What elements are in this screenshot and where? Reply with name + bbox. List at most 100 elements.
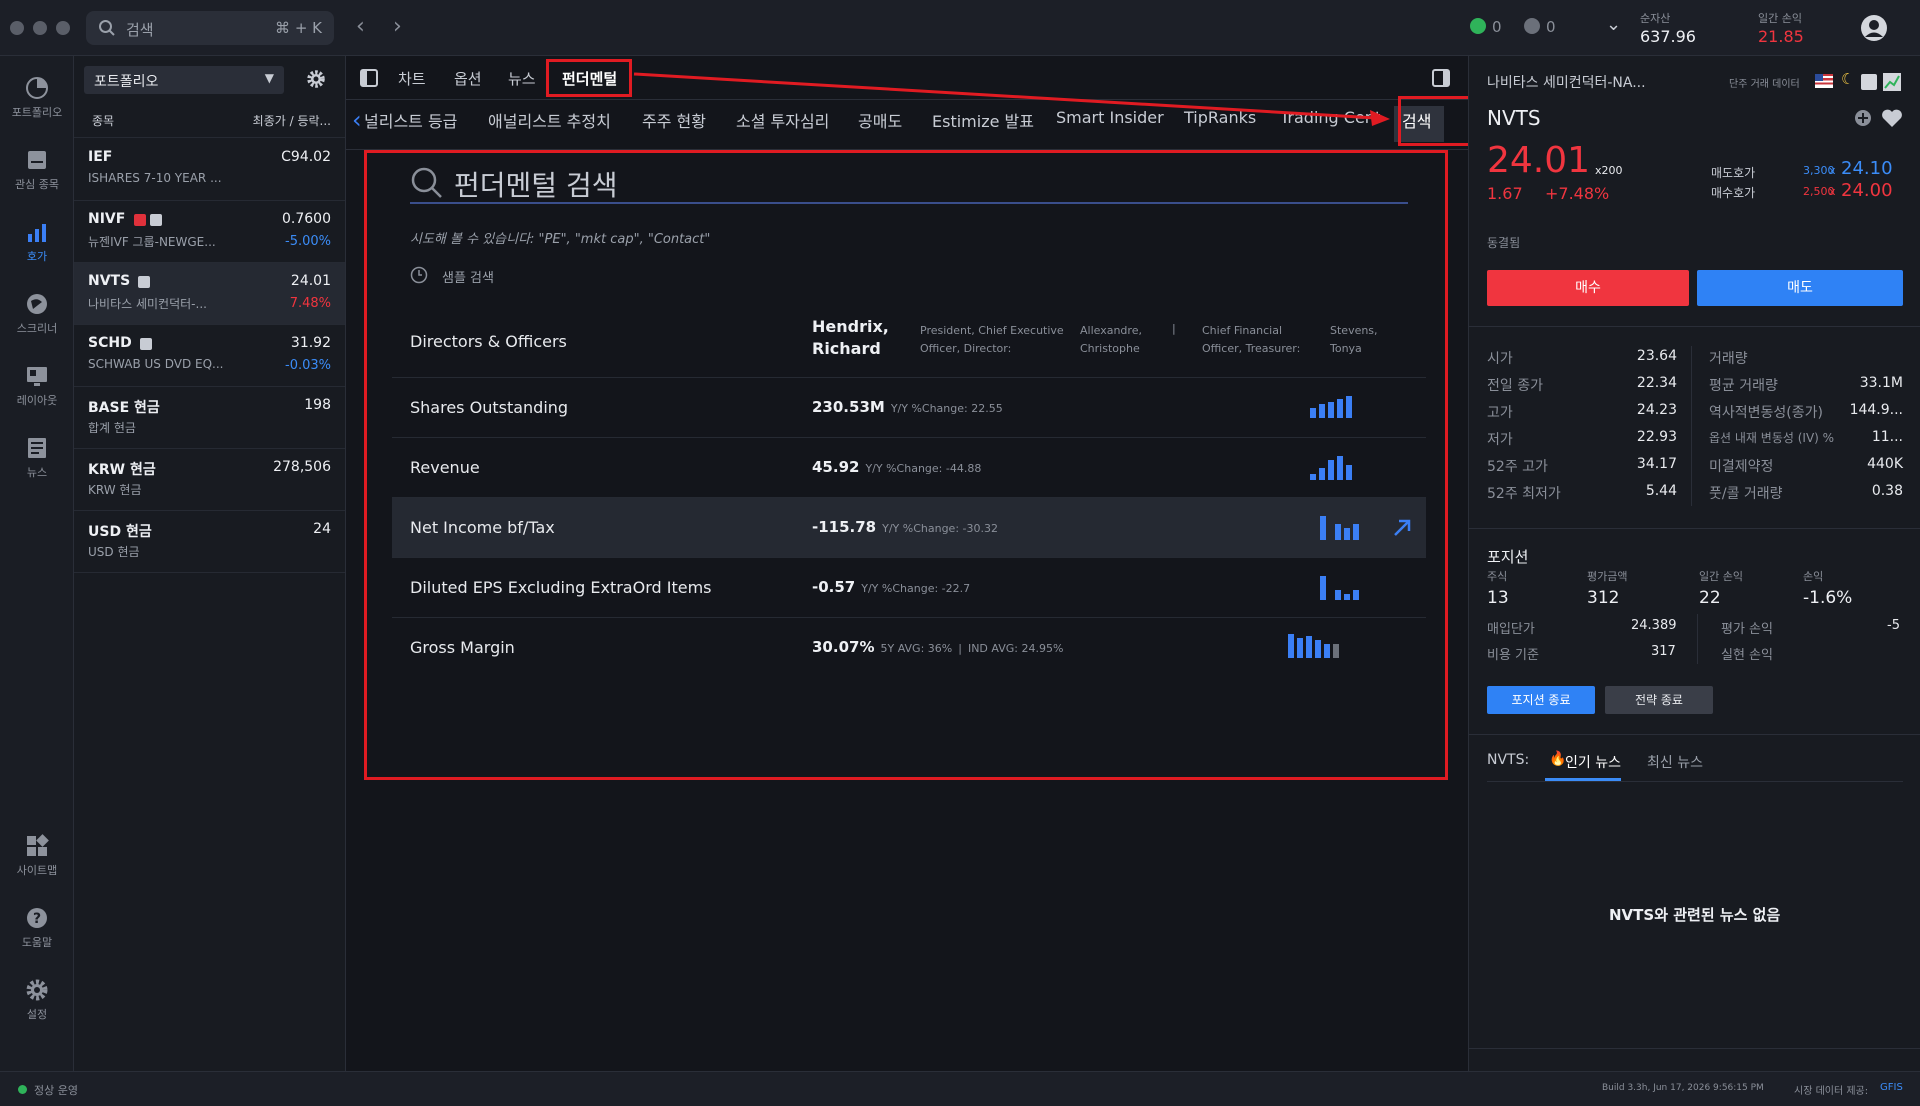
result-value: 45.92 bbox=[812, 458, 860, 476]
col-price-header[interactable]: 최종가 / 등락... bbox=[253, 112, 331, 129]
row-ticker: KRW 현금 bbox=[88, 462, 156, 478]
global-search[interactable]: 검색 ⌘ + K bbox=[86, 11, 334, 45]
ask-label: 매도호가 bbox=[1711, 166, 1756, 180]
tab-hot-news[interactable]: 인기 뉴스 bbox=[1565, 752, 1621, 772]
sample-search-label[interactable]: 샘플 검색 bbox=[442, 267, 494, 286]
row-price: 24 bbox=[313, 521, 331, 537]
row-price: C94.02 bbox=[281, 149, 331, 165]
position-shares: 13 bbox=[1487, 588, 1509, 608]
rail-portfolio[interactable]: 포트폴리오 bbox=[0, 76, 74, 120]
row-name: 뉴젠IVF 그룹-NEWGE... bbox=[88, 235, 216, 249]
row-change: -5.00% bbox=[285, 234, 331, 249]
build-info: Build 3.3h, Jun 17, 2026 9:56:15 PM bbox=[1602, 1083, 1764, 1093]
portfolio-row[interactable]: SCHD SCHWAB US DVD EQ... 31.92 -0.03% bbox=[74, 325, 345, 387]
result-value-wrap: 30.07% 5Y AVG: 36% | IND AVG: 24.95% bbox=[812, 638, 1063, 656]
moon-icon: ☾ bbox=[1841, 70, 1855, 88]
rail-label: 뉴스 bbox=[26, 466, 48, 479]
unrealized-pl-value: -5 bbox=[1887, 618, 1900, 633]
portfolio-row-selected[interactable]: NVTS 나비타스 세미컨덕터-... 24.01 7.48% bbox=[74, 263, 345, 325]
row-name: USD 현금 bbox=[88, 545, 140, 559]
clock-icon bbox=[410, 266, 428, 284]
rail-quote[interactable]: 호가 bbox=[0, 220, 74, 264]
result-value: 230.53M bbox=[812, 398, 885, 416]
rail-news[interactable]: 뉴스 bbox=[0, 436, 74, 480]
rail-label: 도움말 bbox=[21, 936, 53, 949]
stat-key: 고가 bbox=[1487, 405, 1513, 421]
stat-key: 시가 bbox=[1487, 351, 1513, 367]
result-row-gross-margin[interactable]: Gross Margin 30.07% 5Y AVG: 36% | IND AVG: … bbox=[392, 618, 1426, 678]
rail-screener[interactable]: 스크리너 bbox=[0, 292, 74, 336]
window-minimize-dot[interactable] bbox=[33, 21, 47, 35]
market-data-provider[interactable]: GFIS bbox=[1880, 1082, 1903, 1093]
rail-label: 레이아웃 bbox=[16, 394, 58, 407]
portfolio-row[interactable]: IEF ISHARES 7-10 YEAR ... C94.02 bbox=[74, 139, 345, 201]
row-ticker: SCHD bbox=[88, 335, 132, 351]
officer-separator: | bbox=[1172, 322, 1176, 335]
status-gray-count: 0 bbox=[1546, 18, 1556, 36]
officer-role: Chief Financial Officer, Treasurer: bbox=[1202, 324, 1301, 355]
result-value: -115.78 bbox=[812, 518, 877, 536]
rail-settings[interactable]: 설정 bbox=[0, 978, 74, 1022]
rail-label: 호가 bbox=[26, 250, 48, 263]
layout-icon bbox=[27, 367, 47, 386]
result-row-directors[interactable]: Directors & Officers Hendrix, Richard Pr… bbox=[392, 306, 1426, 378]
buy-button[interactable]: 매수 bbox=[1487, 270, 1689, 306]
rail-help[interactable]: ? 도움말 bbox=[0, 906, 74, 950]
result-sub: 5Y AVG: 36% bbox=[880, 642, 953, 655]
rail-label: 포트폴리오 bbox=[11, 106, 63, 119]
avg-cost-label: 매입단가 bbox=[1487, 622, 1535, 637]
portfolio-settings-icon[interactable] bbox=[306, 69, 326, 89]
result-sub: IND AVG: 24.95% bbox=[967, 642, 1064, 655]
user-avatar-icon[interactable] bbox=[1860, 14, 1888, 42]
row-name: SCHWAB US DVD EQ... bbox=[88, 357, 224, 371]
result-row-revenue[interactable]: Revenue 45.92 Y/Y %Change: -44.88 bbox=[392, 438, 1426, 498]
fire-icon: 🔥 bbox=[1549, 751, 1567, 767]
chevron-down-icon[interactable]: ⌄ bbox=[1606, 14, 1621, 35]
doc-badge-icon bbox=[138, 276, 150, 288]
close-position-button[interactable]: 포지션 종료 bbox=[1487, 686, 1595, 714]
price-change-pct: +7.48% bbox=[1545, 184, 1610, 203]
tab-latest-news[interactable]: 최신 뉴스 bbox=[1647, 752, 1703, 772]
divider bbox=[1469, 326, 1920, 327]
stat-value: 24.23 bbox=[1636, 402, 1677, 418]
portfolio-row[interactable]: KRW 현금 KRW 현금 278,506 bbox=[74, 449, 345, 511]
portfolio-selector[interactable]: 포트폴리오 ▼ bbox=[84, 66, 284, 94]
officer-role: President, Chief Executive Officer, Dire… bbox=[920, 324, 1064, 355]
close-strategy-button[interactable]: 전략 종료 bbox=[1605, 686, 1713, 714]
result-value: Hendrix, Richard bbox=[812, 317, 889, 358]
window-zoom-dot[interactable] bbox=[56, 21, 70, 35]
result-sub: Y/Y %Change: -22.7 bbox=[861, 582, 971, 595]
portfolio-row[interactable]: BASE 현금 합계 현금 198 bbox=[74, 387, 345, 449]
quote-panel: 나비타스 세미컨덕터-NA... 단주 거래 데이터 ☾ NVTS 24.01 … bbox=[1468, 56, 1920, 1071]
portfolio-row[interactable]: USD 현금 USD 현금 24 bbox=[74, 511, 345, 573]
chart-mini-icon[interactable] bbox=[1883, 73, 1901, 91]
add-alert-icon[interactable] bbox=[1853, 108, 1873, 128]
window-close-dot[interactable] bbox=[10, 21, 24, 35]
result-row-shares-outstanding[interactable]: Shares Outstanding 230.53M Y/Y %Change: 2… bbox=[392, 378, 1426, 438]
portfolio-row[interactable]: NIVF 뉴젠IVF 그룹-NEWGE... 0.7600 -5.00% bbox=[74, 201, 345, 263]
heart-icon[interactable] bbox=[1881, 108, 1903, 128]
result-row-net-income[interactable]: Net Income bf/Tax -115.78 Y/Y %Change: -3… bbox=[392, 498, 1426, 558]
rail-watchlist[interactable]: 관심 종목 bbox=[0, 148, 74, 192]
alert-badge-icon bbox=[134, 214, 146, 226]
open-external-arrow-icon[interactable] bbox=[1392, 518, 1412, 538]
snapshot-icon[interactable] bbox=[1861, 74, 1877, 90]
rail-sitemap[interactable]: 사이트맵 bbox=[0, 834, 74, 878]
rail-layout[interactable]: 레이아웃 bbox=[0, 364, 74, 408]
connection-ok-icon bbox=[1470, 18, 1486, 34]
delayed-data-label: 단주 거래 데이터 bbox=[1729, 79, 1800, 90]
result-value-wrap: -0.57 Y/Y %Change: -22.7 bbox=[812, 578, 970, 596]
back-arrow-icon[interactable]: ‹ bbox=[356, 14, 365, 39]
position-value: 312 bbox=[1587, 588, 1620, 608]
sell-button[interactable]: 매도 bbox=[1697, 270, 1903, 306]
result-label: Diluted EPS Excluding ExtraOrd Items bbox=[410, 578, 712, 597]
row-ticker: IEF bbox=[88, 149, 113, 165]
stat-key: 52주 고가 bbox=[1487, 459, 1548, 475]
result-label: Directors & Officers bbox=[410, 332, 567, 351]
result-row-diluted-eps[interactable]: Diluted EPS Excluding ExtraOrd Items -0.… bbox=[392, 558, 1426, 618]
fundamental-search-input[interactable]: 펀더멘털 검색 bbox=[410, 162, 1408, 204]
price-change: 1.67 bbox=[1487, 184, 1523, 203]
status-bar: 정상 운영 Build 3.3h, Jun 17, 2026 9:56:15 P… bbox=[0, 1071, 1920, 1106]
col-symbol-header[interactable]: 종목 bbox=[92, 112, 114, 129]
forward-arrow-icon[interactable]: › bbox=[393, 14, 402, 39]
